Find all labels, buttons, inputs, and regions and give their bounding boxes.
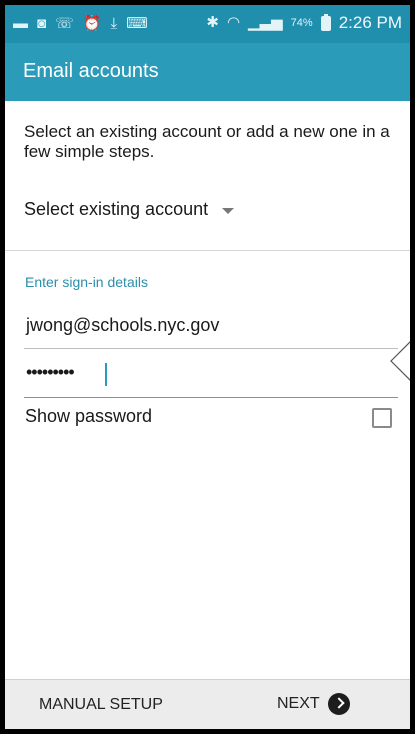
download-icon: ⤓ [110, 15, 118, 32]
status-bar: ▬ ◙ ☏ ⏰ ⤓ ⌨ ✱ ◠ ▁▃▅ 74% 2:26 PM [5, 5, 410, 43]
alarm-icon: ⏰ [82, 15, 102, 32]
select-existing-account-dropdown[interactable]: Select existing account [24, 199, 235, 220]
select-existing-label: Select existing account [24, 199, 209, 219]
battery-percent: 74% [290, 17, 313, 29]
media-icon: ◙ [37, 15, 47, 32]
wifi-call-icon: ☏ [55, 15, 74, 32]
screen: ▬ ◙ ☏ ⏰ ⤓ ⌨ ✱ ◠ ▁▃▅ 74% 2:26 PM Email ac… [5, 5, 410, 729]
chevron-right-icon [327, 693, 350, 715]
text-cursor [105, 363, 107, 386]
show-password-checkbox[interactable] [372, 408, 392, 428]
battery-icon [320, 13, 331, 31]
pointer-callout-icon [390, 341, 410, 381]
manual-setup-button[interactable]: MANUAL SETUP [39, 696, 163, 714]
message-icon: ▬ [13, 15, 28, 32]
dropdown-arrow-icon [222, 207, 235, 214]
email-value: jwong@schools.nyc.gov [26, 315, 220, 335]
phone-frame: ▬ ◙ ☏ ⏰ ⤓ ⌨ ✱ ◠ ▁▃▅ 74% 2:26 PM Email ac… [0, 0, 415, 734]
app-bar: Email accounts [5, 43, 410, 101]
intro-text: Select an existing account or add a new … [24, 122, 390, 161]
status-right-icons: ✱ ◠ ▁▃▅ 74% 2:26 PM [206, 13, 402, 33]
bottom-bar: MANUAL SETUP NEXT [5, 679, 410, 729]
wifi-icon: ◠ [226, 14, 241, 31]
status-left-icons: ▬ ◙ ☏ ⏰ ⤓ ⌨ [13, 15, 148, 33]
password-value: ••••••••• [26, 362, 75, 382]
page-title: Email accounts [23, 60, 159, 82]
email-field[interactable]: jwong@schools.nyc.gov [24, 308, 398, 349]
signin-section-label: Enter sign-in details [25, 274, 148, 290]
bluetooth-icon: ✱ [206, 14, 219, 31]
show-password-label: Show password [25, 406, 153, 426]
status-time: 2:26 PM [338, 13, 402, 32]
next-button[interactable]: NEXT [277, 693, 350, 715]
keyboard-icon: ⌨ [126, 15, 148, 32]
password-field[interactable]: ••••••••• [24, 355, 398, 398]
signal-icon: ▁▃▅ [248, 14, 283, 31]
next-label: NEXT [277, 695, 320, 712]
divider [5, 250, 410, 251]
